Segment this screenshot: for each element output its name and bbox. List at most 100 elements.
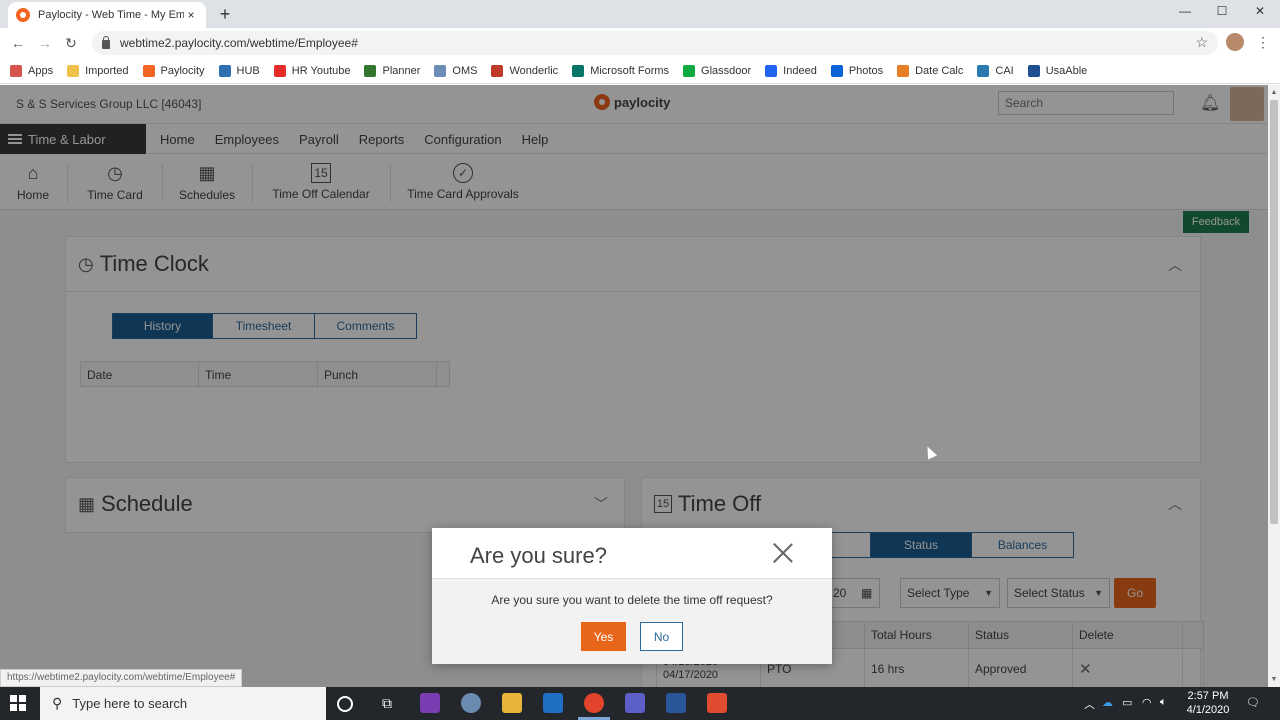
bookmark-microsoft-forms[interactable]: Microsoft Forms [572, 64, 670, 77]
bookmark-date-calc[interactable]: Date Calc [897, 64, 964, 77]
bookmark-favicon-icon [10, 64, 22, 77]
bookmark-favicon-icon [683, 64, 696, 77]
dialog-title: Are you sure? [470, 543, 607, 568]
chrome-menu-icon[interactable]: ⋮ [1256, 34, 1270, 51]
bookmark-favicon-icon [977, 64, 990, 77]
clock-time: 2:57 PM [1187, 690, 1229, 702]
bookmark-label: HUB [236, 64, 260, 77]
outlook-icon[interactable] [543, 693, 563, 713]
bookmark-label: Date Calc [915, 64, 964, 77]
onedrive-icon[interactable]: ☁ [1102, 696, 1113, 709]
volume-icon[interactable]: 🔈︎ [1160, 696, 1167, 709]
yes-button[interactable]: Yes [581, 622, 626, 651]
profile-avatar[interactable] [1226, 33, 1244, 51]
chrome-icon[interactable] [584, 693, 604, 713]
bookmark-label: CAI [995, 64, 1014, 77]
bookmark-hub[interactable]: HUB [218, 64, 260, 77]
onenote-icon[interactable] [420, 693, 440, 713]
bookmark-planner[interactable]: Planner [364, 64, 421, 77]
dialog-body: Are you sure you want to delete the time… [432, 578, 832, 664]
search-icon: ⚲ [52, 695, 63, 711]
maximize-button[interactable]: ☐ [1212, 4, 1232, 18]
bookmark-favicon-icon [273, 64, 286, 77]
bookmark-imported[interactable]: Imported [67, 64, 129, 77]
browser-tab-title: Paylocity - Web Time - My Emplo [38, 9, 184, 21]
bookmark-paylocity[interactable]: Paylocity [142, 64, 205, 77]
browser-tab-strip: Paylocity - Web Time - My Emplo × + — ☐ … [0, 0, 1280, 28]
scroll-down-icon[interactable]: ▼ [1270, 676, 1278, 683]
tray-chevron-icon[interactable]: ︿ [1084, 696, 1095, 712]
bookmark-label: Planner [382, 64, 421, 77]
bookmark-label: Glassdoor [701, 64, 752, 77]
bookmark-label: OMS [452, 64, 478, 77]
scroll-up-icon[interactable]: ▲ [1270, 89, 1278, 96]
minimize-button[interactable]: — [1175, 4, 1195, 18]
battery-icon[interactable]: ▭ [1122, 696, 1132, 709]
wifi-icon[interactable]: ◠ [1142, 696, 1152, 709]
bookmark-label: HR Youtube [291, 64, 351, 77]
bookmark-cai[interactable]: CAI [977, 64, 1014, 77]
bookmark-favicon-icon [491, 64, 504, 77]
bookmark-label: Photos [848, 64, 884, 77]
paylocity-favicon-icon [16, 8, 30, 22]
bookmark-favicon-icon [572, 64, 585, 77]
taskbar-search-box[interactable]: ⚲ Type here to search [40, 687, 326, 720]
teams-icon[interactable] [625, 693, 645, 713]
notifications-icon[interactable]: 🗨︎ [1246, 696, 1260, 709]
bookmark-hr-youtube[interactable]: HR Youtube [273, 64, 351, 77]
bookmark-photos[interactable]: Photos [830, 64, 884, 77]
bookmark-wonderlic[interactable]: Wonderlic [491, 64, 559, 77]
lock-icon [102, 35, 110, 49]
bookmark-star-icon[interactable]: ☆ [1195, 34, 1208, 51]
confirm-delete-dialog: Are you sure? Are you sure you want to d… [432, 528, 832, 664]
scrollbar-thumb[interactable] [1270, 100, 1278, 524]
bookmark-label: Wonderlic [509, 64, 559, 77]
bookmark-label: Apps [28, 64, 54, 77]
bookmarks-bar: Apps Imported Paylocity HUB HR Youtube Planne… [0, 58, 1280, 84]
clock-date: 4/1/2020 [1186, 704, 1230, 716]
bookmark-oms[interactable]: OMS [434, 64, 478, 77]
word-icon[interactable] [666, 693, 686, 713]
close-icon[interactable] [772, 542, 794, 564]
reload-icon[interactable]: ↻ [62, 34, 80, 52]
back-arrow-icon[interactable]: ← [9, 34, 27, 52]
bookmark-label: Microsoft Forms [590, 64, 670, 77]
close-tab-icon[interactable]: × [184, 8, 198, 22]
taskbar-clock[interactable]: 2:57 PM 4/1/2020 [1178, 689, 1238, 717]
dialog-message: Are you sure you want to delete the time… [491, 593, 773, 607]
browser-tab[interactable]: Paylocity - Web Time - My Emplo × [8, 2, 206, 28]
address-bar-row: ← → ↻ webtime2.paylocity.com/webtime/Emp… [0, 28, 1280, 58]
bookmark-glassdoor[interactable]: Glassdoor [683, 64, 752, 77]
bookmark-apps[interactable]: Apps [10, 64, 54, 77]
url-text: webtime2.paylocity.com/webtime/Employee# [120, 36, 358, 50]
file-explorer-icon[interactable] [502, 693, 522, 713]
windows-start-icon[interactable] [10, 695, 26, 711]
windows-taskbar: ⚲ Type here to search ⧉ ︿ ☁ ▭ ◠ 🔈︎ 2:57 … [0, 687, 1280, 720]
bookmark-label: UsaAble [1045, 64, 1088, 77]
bookmark-favicon-icon [830, 64, 843, 77]
camtasia-icon[interactable] [707, 693, 727, 713]
status-bar-url: https://webtime2.paylocity.com/webtime/E… [0, 669, 243, 687]
bookmark-favicon-icon [364, 64, 377, 77]
bookmark-label: Paylocity [160, 64, 205, 77]
bookmark-favicon-icon [67, 64, 80, 77]
bookmark-label: Imported [85, 64, 129, 77]
close-window-button[interactable]: ✕ [1250, 4, 1270, 18]
task-view-icon[interactable]: ⧉ [377, 693, 397, 713]
bookmark-indeed[interactable]: Indeed [765, 64, 817, 77]
forward-arrow-icon[interactable]: → [36, 34, 54, 52]
new-tab-button[interactable]: + [216, 5, 234, 23]
bookmark-favicon-icon [142, 64, 155, 77]
url-bar[interactable]: webtime2.paylocity.com/webtime/Employee#… [92, 31, 1218, 55]
bookmark-usaable[interactable]: UsaAble [1027, 64, 1088, 77]
taskbar-search-placeholder: Type here to search [72, 696, 188, 711]
bookmark-favicon-icon [765, 64, 778, 77]
snipping-tool-icon[interactable] [461, 693, 481, 713]
cortana-icon[interactable] [337, 696, 353, 712]
bookmark-favicon-icon [1027, 64, 1040, 77]
bookmark-favicon-icon [434, 64, 447, 77]
bookmark-favicon-icon [897, 64, 910, 77]
bookmark-label: Indeed [783, 64, 817, 77]
no-button[interactable]: No [640, 622, 683, 651]
bookmark-favicon-icon [218, 64, 231, 77]
